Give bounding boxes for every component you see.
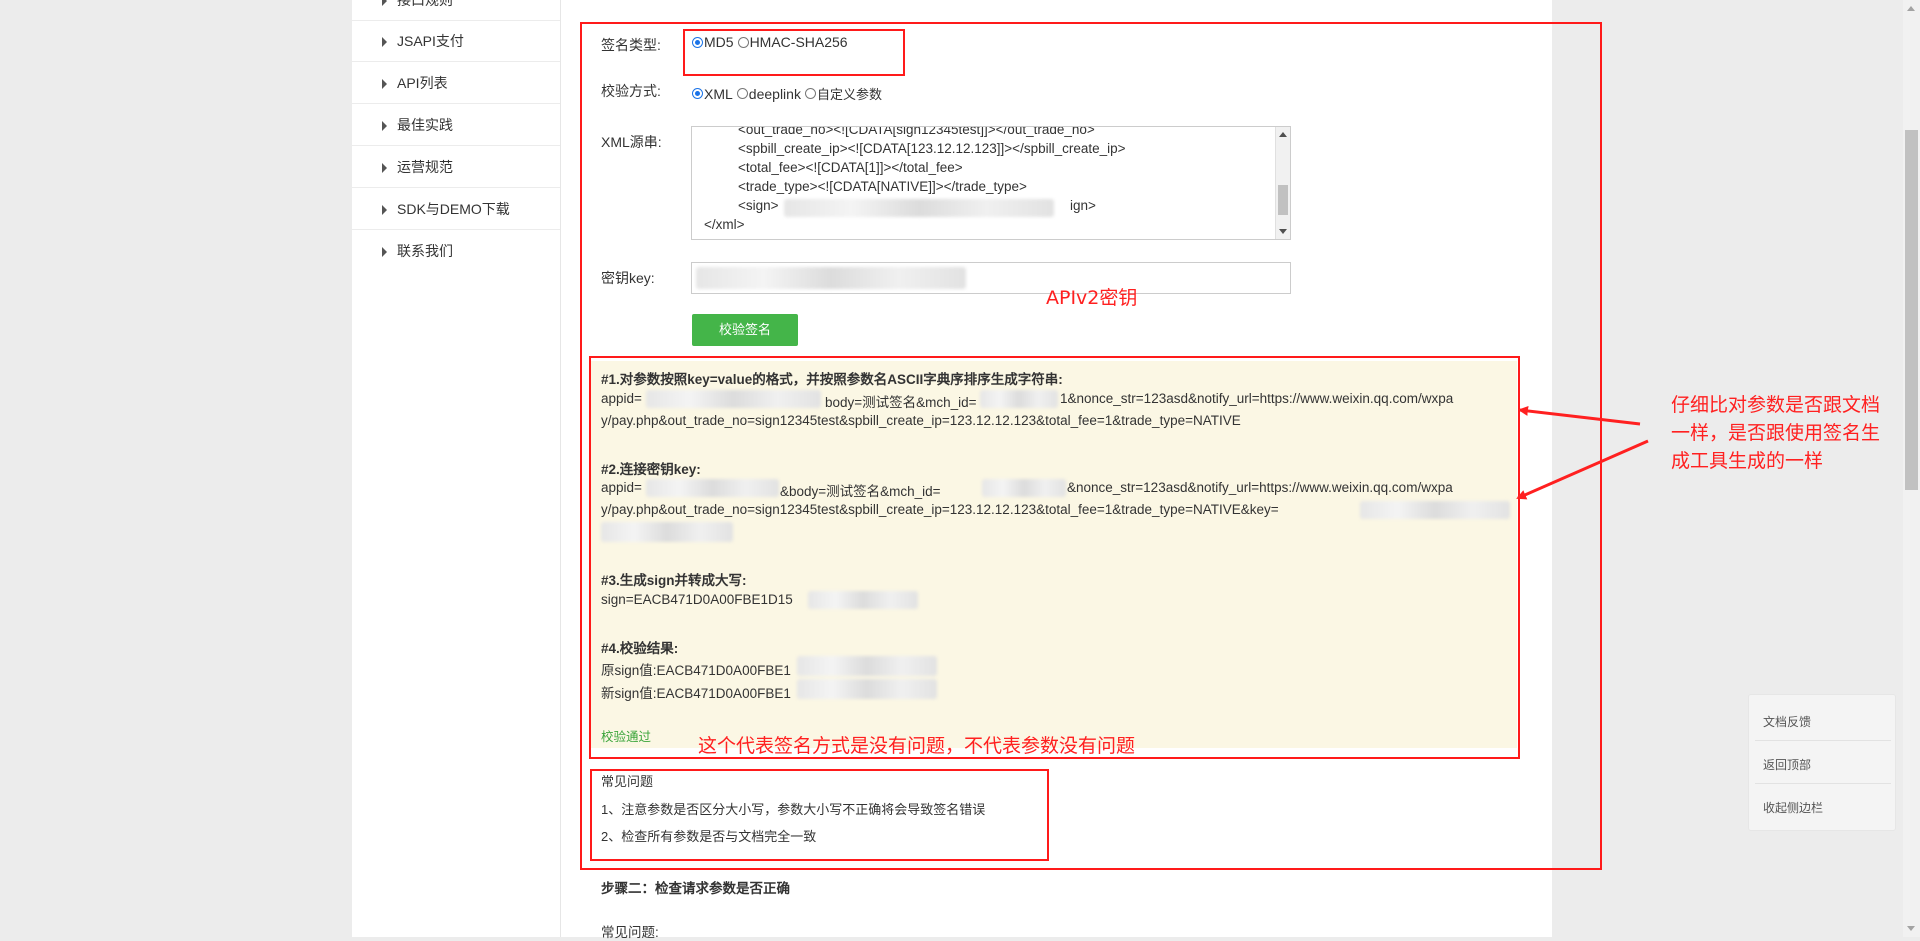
annotation-arrows (1516, 405, 1649, 500)
floating-tools-panel: 文档反馈 返回顶部 收起侧边栏 (1748, 694, 1896, 831)
arrow-to-step2 (1516, 439, 1649, 500)
page-scrollbar[interactable] (1903, 0, 1920, 937)
feedback-link[interactable]: 文档反馈 (1763, 713, 1811, 730)
back-to-top-link[interactable]: 返回顶部 (1763, 756, 1811, 773)
scroll-up-icon[interactable] (1907, 6, 1915, 11)
arrow-to-step1 (1518, 405, 1641, 426)
collapse-sidebar-link[interactable]: 收起侧边栏 (1763, 799, 1823, 816)
page-scroll-thumb[interactable] (1905, 130, 1918, 490)
scroll-down-icon[interactable] (1907, 926, 1915, 931)
